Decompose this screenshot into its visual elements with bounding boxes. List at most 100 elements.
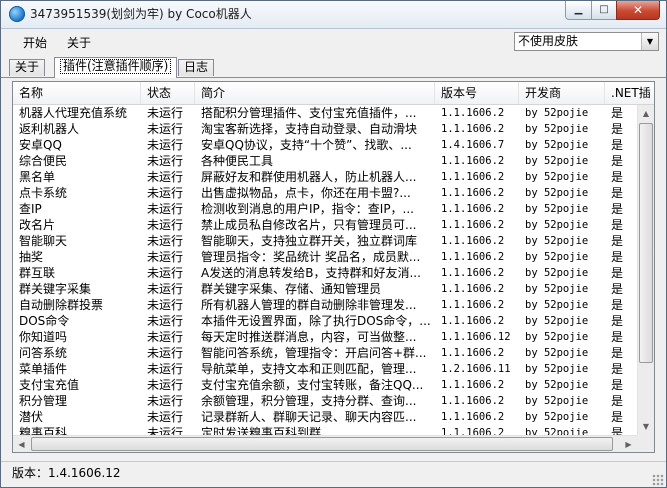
table-row[interactable]: 群互联 未运行 A发送的消息转发给B，支持群和好友消... 1.1.1606.2 by …: [13, 265, 637, 281]
horizontal-scroll-thumb[interactable]: [31, 437, 613, 451]
table-row[interactable]: 机器人代理充值系统 未运行 搭配积分管理插件、支付宝充值插件，... 1.1.1606…: [13, 105, 637, 121]
resize-grip-icon[interactable]: [652, 474, 664, 486]
app-logo-icon: [9, 6, 25, 22]
cell-version: 1.1.1606.2: [441, 299, 505, 311]
cell-status: 未运行: [147, 410, 184, 424]
column-header-description[interactable]: 简介: [195, 82, 435, 104]
cell-version: 1.1.1606.2: [441, 203, 505, 215]
cell-dotnet: 是: [611, 234, 624, 248]
close-button[interactable]: ✕: [616, 1, 660, 20]
tab-about-label: 关于: [15, 60, 40, 74]
cell-description: 各种便民工具: [201, 154, 274, 168]
cell-name: 机器人代理充值系统: [19, 106, 128, 120]
cell-description: 智能聊天，支持独立群开关，独立群词库: [201, 234, 418, 248]
table-row[interactable]: 菜单插件 未运行 导航菜单，支持文本和正则匹配，管理... 1.2.1606.11 by…: [13, 361, 637, 377]
cell-developer: by 52pojie: [525, 219, 589, 231]
tab-log[interactable]: 日志: [178, 59, 215, 76]
chevron-down-icon[interactable]: ▼: [641, 33, 658, 50]
cell-dotnet: 是: [611, 282, 624, 296]
cell-dotnet: 是: [611, 378, 624, 392]
cell-version: 1.1.1606.2: [441, 235, 505, 247]
column-header-version[interactable]: 版本号: [435, 82, 519, 104]
table-row[interactable]: 查IP 未运行 检测收到消息的用户IP，指令：查IP，... 1.1.1606.2 by…: [13, 201, 637, 217]
column-header-dotnet[interactable]: .NET插: [605, 82, 654, 104]
scroll-right-icon[interactable]: ▶: [620, 436, 637, 452]
table-row[interactable]: 积分管理 未运行 余额管理，积分管理，支持分群、查询... 1.1.1606.2 by …: [13, 393, 637, 409]
minimize-button[interactable]: ▁: [565, 1, 592, 20]
table-row[interactable]: 支付宝充值 未运行 支付宝充值余额，支付宝转账，备注QQ... 1.1.1606.2 b…: [13, 377, 637, 393]
table-row[interactable]: DOS命令 未运行 本插件无设置界面，除了执行DOS命令，... 1.1.1606.2…: [13, 313, 637, 329]
cell-description: 安卓QQ协议，支持“十个赞”、找歌、...: [201, 138, 412, 152]
cell-developer: by 52pojie: [525, 267, 589, 279]
cell-version: 1.1.1606.2: [441, 123, 505, 135]
cell-developer: by 52pojie: [525, 299, 589, 311]
scroll-down-icon[interactable]: ▼: [638, 418, 654, 435]
cell-name: 积分管理: [19, 394, 68, 408]
cell-dotnet: 是: [611, 314, 624, 328]
column-header-name[interactable]: 名称: [13, 82, 141, 104]
cell-dotnet: 是: [611, 202, 624, 216]
table-row[interactable]: 黑名单 未运行 屏蔽好友和群使用机器人，防止机器人... 1.1.1606.2 by 5…: [13, 169, 637, 185]
plugin-list[interactable]: 名称 状态 简介 版本号 开发商 .NET插 机器人代理充值系统 未运行 搭配积分管…: [12, 81, 655, 453]
cell-description: A发送的消息转发给B，支持群和好友消...: [201, 266, 421, 280]
menu-about[interactable]: 关于: [67, 35, 91, 51]
table-row[interactable]: 抽奖 未运行 管理员指令：奖品统计 奖品名，成员默... 1.1.1606.2 by 5…: [13, 249, 637, 265]
table-row[interactable]: 群关键字采集 未运行 群关键字采集、存储、通知管理员 1.1.1606.2 by 52p…: [13, 281, 637, 297]
table-row[interactable]: 糗事百科 未运行 定时发送糗事百科到群 1.1.1606.2 by 52pojie 是: [13, 425, 637, 435]
cell-dotnet: 是: [611, 170, 624, 184]
cell-description: 智能问答系统，管理指令：开启问答+群...: [201, 346, 427, 360]
table-row[interactable]: 改名片 未运行 禁止成员私自修改名片，只有管理员可... 1.1.1606.2 by 5…: [13, 217, 637, 233]
cell-status: 未运行: [147, 202, 184, 216]
maximize-button[interactable]: □: [591, 1, 617, 20]
cell-developer: by 52pojie: [525, 107, 589, 119]
table-row[interactable]: 你知道吗 未运行 每天定时推送群消息，内容，可当做整... 1.1.1606.12 by…: [13, 329, 637, 345]
tab-strip: 关于 插件(注意插件顺序) 日志: [1, 57, 666, 78]
cell-description: 淘宝客新选择，支持自动登录、自动滑块: [201, 122, 418, 136]
cell-description: 记录群新人、群聊天记录、聊天内容匹...: [201, 410, 417, 424]
maximize-icon: □: [599, 4, 609, 15]
table-row[interactable]: 点卡系统 未运行 出售虚拟物品，点卡，你还在用卡盟?... 1.1.1606.2 by …: [13, 185, 637, 201]
cell-name: 糗事百科: [19, 426, 68, 435]
table-row[interactable]: 安卓QQ 未运行 安卓QQ协议，支持“十个赞”、找歌、... 1.4.1606.7 by…: [13, 137, 637, 153]
vertical-scroll-thumb[interactable]: [639, 123, 653, 363]
vertical-scrollbar[interactable]: ▲ ▼: [637, 105, 654, 435]
cell-version: 1.1.1606.2: [441, 187, 505, 199]
cell-dotnet: 是: [611, 154, 624, 168]
table-row[interactable]: 问答系统 未运行 智能问答系统，管理指令：开启问答+群... 1.1.1606.2 by…: [13, 345, 637, 361]
close-icon: ✕: [632, 3, 644, 17]
cell-version: 1.1.1606.2: [441, 379, 505, 391]
column-header-developer[interactable]: 开发商: [519, 82, 605, 104]
table-row[interactable]: 自动删除群投票 未运行 所有机器人管理的群自动删除非管理发... 1.1.1606.2…: [13, 297, 637, 313]
cell-dotnet: 是: [611, 410, 624, 424]
cell-name: 改名片: [19, 218, 56, 232]
cell-version: 1.1.1606.2: [441, 171, 505, 183]
scroll-up-icon[interactable]: ▲: [638, 105, 654, 122]
cell-version: 1.2.1606.11: [441, 363, 511, 375]
cell-status: 未运行: [147, 378, 184, 392]
tab-plugins[interactable]: 插件(注意插件顺序): [54, 57, 178, 78]
cell-name: DOS命令: [19, 314, 70, 328]
cell-developer: by 52pojie: [525, 379, 589, 391]
cell-description: 搭配积分管理插件、支付宝充值插件，...: [201, 106, 417, 120]
skin-select[interactable]: 不使用皮肤 ▼: [514, 32, 659, 51]
table-row[interactable]: 智能聊天 未运行 智能聊天，支持独立群开关，独立群词库 1.1.1606.2 by 52…: [13, 233, 637, 249]
tab-about[interactable]: 关于: [9, 59, 46, 76]
menu-start[interactable]: 开始: [23, 35, 47, 51]
horizontal-scrollbar[interactable]: ◀ ▶: [13, 435, 637, 452]
cell-status: 未运行: [147, 298, 184, 312]
title-bar[interactable]: 3473951539(划剑为牢) by Coco机器人 ▁ □ ✕: [1, 1, 666, 29]
cell-status: 未运行: [147, 218, 184, 232]
scroll-left-icon[interactable]: ◀: [13, 436, 30, 452]
table-row[interactable]: 潜伏 未运行 记录群新人、群聊天记录、聊天内容匹... 1.1.1606.2 by 52…: [13, 409, 637, 425]
cell-version: 1.1.1606.2: [441, 219, 505, 231]
table-row[interactable]: 综合便民 未运行 各种便民工具 1.1.1606.2 by 52pojie 是: [13, 153, 637, 169]
table-row[interactable]: 返利机器人 未运行 淘宝客新选择，支持自动登录、自动滑块 1.1.1606.2 by 5…: [13, 121, 637, 137]
version-label: 版本：1.4.1606.12: [12, 466, 121, 480]
cell-status: 未运行: [147, 330, 184, 344]
column-header-status[interactable]: 状态: [141, 82, 195, 104]
cell-description: 禁止成员私自修改名片，只有管理员可...: [201, 218, 417, 232]
cell-name: 抽奖: [19, 250, 44, 264]
cell-developer: by 52pojie: [525, 363, 589, 375]
cell-dotnet: 是: [611, 362, 624, 376]
window-title: 3473951539(划剑为牢) by Coco机器人: [30, 7, 252, 21]
